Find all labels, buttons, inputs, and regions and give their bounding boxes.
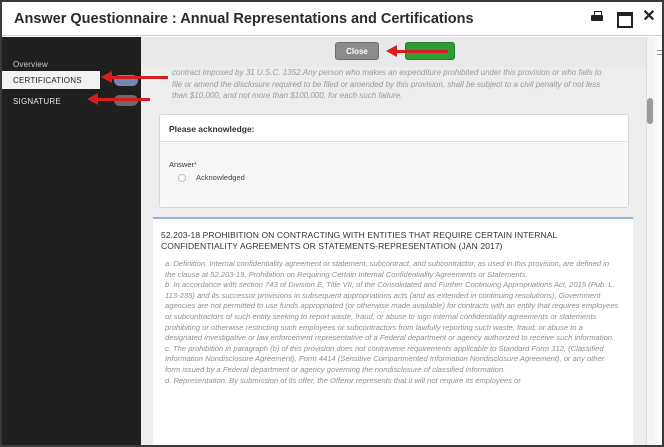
clause-paragraph-c: c. The prohibition in paragraph (b) of t… (165, 343, 605, 374)
close-button[interactable]: Close (335, 42, 379, 60)
clause-card: 52.203-18 PROHIBITION ON CONTRACTING WIT… (153, 217, 633, 445)
clause-paragraph-b: b. In accordance with section 743 of Div… (165, 280, 619, 343)
answer-label-text: Answer (169, 160, 195, 169)
answer-section: Answer* Acknowledged (160, 143, 628, 207)
required-mark: * (194, 160, 197, 169)
annotation-arrow-certifications (101, 71, 168, 83)
acknowledged-label[interactable]: Acknowledged (196, 173, 245, 182)
previous-clause-text: contract imposed by 31 U.S.C. 1352.Any p… (172, 68, 602, 100)
maximize-icon[interactable] (616, 10, 633, 28)
scrollbar-thumb[interactable] (647, 98, 653, 124)
right-panel (655, 37, 662, 445)
clause-paragraph-d: d. Representation. By submission of its … (165, 375, 521, 385)
menu-icon[interactable] (657, 50, 662, 55)
title-bar: Answer Questionnaire : Annual Representa… (2, 2, 662, 36)
answer-label: Answer* (169, 160, 197, 169)
close-icon[interactable]: ✕ (642, 9, 656, 25)
clause-paragraphs: a. Definition. Internal confidentiality … (165, 259, 621, 386)
acknowledge-heading: Please acknowledge: (160, 115, 628, 142)
questionnaire-window: Answer Questionnaire : Annual Representa… (0, 0, 664, 447)
sidebar-item-certifications[interactable]: CERTIFICATIONS (2, 71, 100, 89)
window-title: Answer Questionnaire : Annual Representa… (14, 10, 474, 27)
acknowledge-card: Please acknowledge: Answer* Acknowledged (159, 114, 629, 208)
clause-title: 52.203-18 PROHIBITION ON CONTRACTING WIT… (161, 230, 558, 251)
print-icon[interactable] (590, 10, 604, 24)
window-controls: ✕ (590, 9, 656, 28)
annotation-arrow-close (386, 45, 448, 57)
clause-paragraph-a: a. Definition. Internal confidentiality … (165, 259, 610, 279)
questionnaire-content: contract imposed by 31 U.S.C. 1352.Any p… (141, 67, 646, 445)
annotation-arrow-signature (87, 93, 150, 105)
acknowledged-radio[interactable] (178, 174, 186, 182)
